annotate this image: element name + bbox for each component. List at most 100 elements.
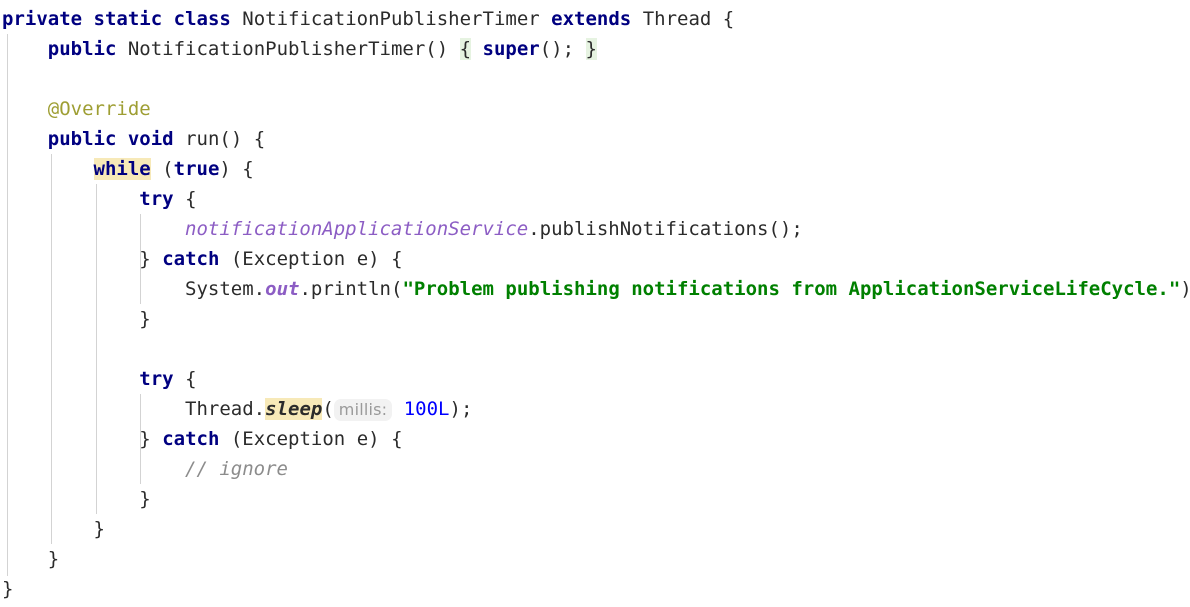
token-paren-close: ) xyxy=(368,428,380,450)
token-close-brace: } xyxy=(139,248,151,270)
code-line-6: while (true) { xyxy=(2,154,1190,184)
token-call: (); xyxy=(539,38,575,60)
token-keyword-private: private xyxy=(2,8,83,30)
token-paren-close: ) xyxy=(368,248,380,270)
token-static-field-out: out xyxy=(265,278,300,300)
token-exception-type: Exception xyxy=(242,248,346,270)
code-line-5: public void run() { xyxy=(2,124,1190,154)
token-method-name-run: run xyxy=(185,128,220,150)
token-open-brace: { xyxy=(391,428,403,450)
token-comment-ignore: // ignore xyxy=(185,458,288,480)
token-open-brace: { xyxy=(185,368,197,390)
token-dot: . xyxy=(528,218,540,240)
token-keyword-extends: extends xyxy=(551,8,632,30)
token-keyword-catch: catch xyxy=(162,428,220,450)
token-dot: . xyxy=(299,278,311,300)
token-keyword-while-highlighted: while xyxy=(93,158,151,180)
token-close-brace: } xyxy=(139,308,151,330)
code-content: private static class NotificationPublish… xyxy=(0,0,1190,604)
token-keyword-true: true xyxy=(173,158,220,180)
code-line-1: private static class NotificationPublish… xyxy=(2,4,1190,34)
token-constructor-name: NotificationPublisherTimer xyxy=(127,38,426,60)
token-class-system: System xyxy=(185,278,254,300)
code-line-16: // ignore xyxy=(2,454,1190,484)
token-keyword-super: super xyxy=(482,38,540,60)
token-paren-open: ( xyxy=(230,428,243,450)
token-parens: () xyxy=(219,128,243,150)
token-super-type: Thread xyxy=(642,8,712,30)
token-keyword-public: public xyxy=(47,128,117,150)
token-field-notification-application-service: notificationApplicationService xyxy=(185,218,529,240)
token-paren-open: ( xyxy=(230,248,243,270)
token-close-brace: } xyxy=(2,578,14,600)
token-keyword-class: class xyxy=(173,8,231,30)
token-open-brace: { xyxy=(391,248,403,270)
token-close-brace: } xyxy=(93,518,105,540)
code-line-3-blank xyxy=(2,64,1190,94)
code-line-19: } xyxy=(2,544,1190,574)
token-open-brace: { xyxy=(242,158,254,180)
token-paren-open: ( xyxy=(162,158,174,180)
token-parens: () xyxy=(425,38,449,60)
code-editor[interactable]: private static class NotificationPublish… xyxy=(0,0,1190,607)
code-line-2: public NotificationPublisherTimer() { su… xyxy=(2,34,1190,64)
token-number-literal: 100L xyxy=(403,398,450,420)
code-line-18: } xyxy=(2,514,1190,544)
token-close-brace-highlighted: } xyxy=(585,38,597,60)
token-keyword-try: try xyxy=(139,188,174,210)
token-open-brace: { xyxy=(185,188,197,210)
code-line-10: System.out.println("Problem publishing n… xyxy=(2,274,1190,304)
token-statement-tail: ); xyxy=(1180,278,1190,300)
token-annotation-override: @Override xyxy=(47,98,151,120)
token-method-println: println xyxy=(310,278,391,300)
token-string-literal: "Problem publishing notifications from A… xyxy=(402,278,1181,300)
token-keyword-public: public xyxy=(47,38,117,60)
inlay-parameter-hint-millis[interactable]: millis: xyxy=(333,399,393,421)
token-paren-close: ) xyxy=(219,158,231,180)
token-open-brace: { xyxy=(722,8,735,30)
token-class-name: NotificationPublisherTimer xyxy=(242,8,540,30)
code-line-15: } catch (Exception e) { xyxy=(2,424,1190,454)
token-statement-tail: (); xyxy=(768,218,803,240)
token-exception-type: Exception xyxy=(242,428,346,450)
token-keyword-void: void xyxy=(127,128,174,150)
token-statement-tail: ); xyxy=(449,398,473,420)
token-open-brace: { xyxy=(253,128,266,150)
token-close-brace: } xyxy=(139,488,151,510)
code-line-4: @Override xyxy=(2,94,1190,124)
code-line-8: notificationApplicationService.publishNo… xyxy=(2,214,1190,244)
code-line-17: } xyxy=(2,484,1190,514)
token-close-brace: } xyxy=(47,548,60,570)
token-paren-open: ( xyxy=(322,398,334,420)
